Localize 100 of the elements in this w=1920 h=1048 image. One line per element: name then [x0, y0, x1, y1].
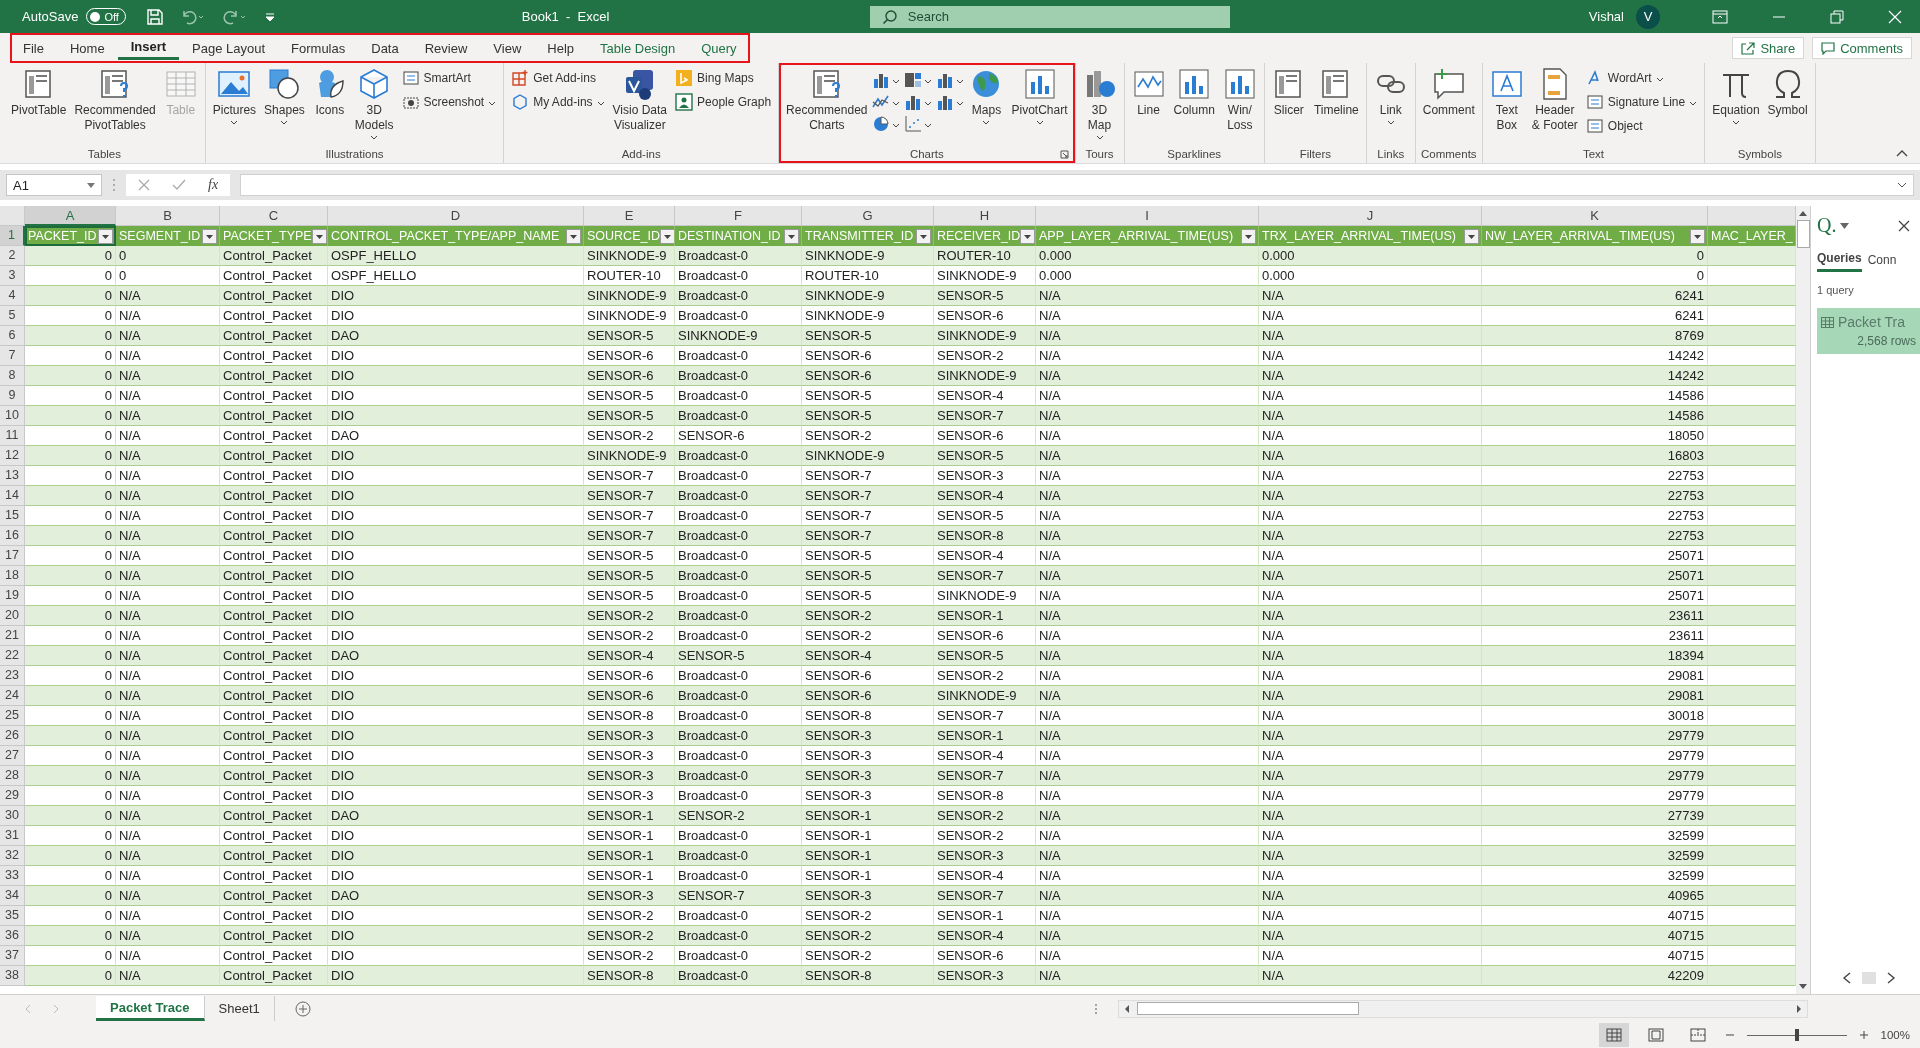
- ribbon-tab[interactable]: Help: [534, 36, 588, 60]
- ribbon-button[interactable]: Comment: [1419, 65, 1478, 120]
- row-header[interactable]: 15: [0, 506, 25, 526]
- name-box[interactable]: A1: [6, 174, 102, 196]
- row-header[interactable]: 37: [0, 946, 25, 966]
- row-header[interactable]: 9: [0, 386, 25, 406]
- vertical-scrollbar[interactable]: [1796, 206, 1810, 994]
- ribbon-button[interactable]: PivotChart: [1008, 65, 1071, 127]
- collapse-ribbon-icon[interactable]: [1896, 149, 1908, 157]
- scroll-left-icon[interactable]: [1123, 1003, 1131, 1014]
- row-header[interactable]: 16: [0, 526, 25, 546]
- ribbon-button[interactable]: Get Add-ins: [508, 68, 608, 88]
- ribbon-button[interactable]: Recommended Charts: [783, 65, 871, 135]
- scroll-down-icon[interactable]: [1798, 983, 1808, 991]
- row-header[interactable]: 20: [0, 606, 25, 626]
- ribbon-tab[interactable]: Insert: [117, 36, 180, 60]
- sheet-tab[interactable]: Packet Trace: [96, 996, 205, 1021]
- row-header[interactable]: 7: [0, 346, 25, 366]
- column-header[interactable]: K: [1482, 206, 1708, 226]
- pane-tab[interactable]: Conn: [1867, 251, 1897, 272]
- column-header[interactable]: J: [1259, 206, 1482, 226]
- dialog-launcher-icon[interactable]: [1059, 150, 1069, 159]
- row-header[interactable]: 26: [0, 726, 25, 746]
- drag-handle-icon[interactable]: [112, 178, 116, 192]
- filter-dropdown-button[interactable]: [659, 228, 674, 244]
- row-header[interactable]: 34: [0, 886, 25, 906]
- comments-button[interactable]: Comments: [1812, 37, 1912, 59]
- row-header[interactable]: 28: [0, 766, 25, 786]
- ribbon-tab[interactable]: Table Design: [587, 36, 689, 60]
- ribbon-tab[interactable]: File: [10, 36, 57, 60]
- ribbon-button[interactable]: Signature Line: [1582, 92, 1701, 112]
- row-header[interactable]: 11: [0, 426, 25, 446]
- ribbon-button[interactable]: Line: [1128, 65, 1169, 120]
- row-header[interactable]: 1: [0, 226, 25, 246]
- filter-dropdown-button[interactable]: [784, 228, 799, 244]
- search-field[interactable]: Search: [869, 5, 1230, 28]
- ribbon-tab[interactable]: Review: [411, 36, 481, 60]
- ribbon-button[interactable]: WordArt: [1582, 68, 1701, 88]
- filter-dropdown-button[interactable]: [202, 228, 217, 244]
- share-button[interactable]: Share: [1732, 37, 1805, 59]
- ribbon-tab[interactable]: Query: [688, 36, 750, 60]
- filter-dropdown-button[interactable]: [311, 228, 327, 244]
- row-header[interactable]: 29: [0, 786, 25, 806]
- zoom-level[interactable]: 100%: [1880, 1029, 1910, 1041]
- filter-dropdown-button[interactable]: [1690, 228, 1705, 244]
- ribbon-button[interactable]: My Add-ins: [508, 92, 608, 112]
- row-header[interactable]: 33: [0, 866, 25, 886]
- row-header[interactable]: 10: [0, 406, 25, 426]
- ribbon-button[interactable]: Recommended PivotTables: [71, 65, 159, 135]
- filter-dropdown-button[interactable]: [566, 228, 581, 244]
- row-header[interactable]: 12: [0, 446, 25, 466]
- insert-function-button[interactable]: fx: [208, 177, 219, 193]
- pane-tab[interactable]: Queries: [1817, 251, 1862, 272]
- sheet-tab[interactable]: Sheet1: [204, 996, 275, 1021]
- scroll-left-icon[interactable]: [1841, 972, 1852, 984]
- row-header[interactable]: 18: [0, 566, 25, 586]
- ribbon-button[interactable]: Icons: [309, 65, 350, 120]
- ribbon-button[interactable]: Slicer: [1268, 65, 1309, 120]
- row-header[interactable]: 27: [0, 746, 25, 766]
- ribbon-button[interactable]: Shapes: [261, 65, 308, 127]
- column-header[interactable]: G: [802, 206, 934, 226]
- column-header[interactable]: H: [934, 206, 1036, 226]
- check-icon[interactable]: [172, 179, 186, 191]
- ribbon-button[interactable]: People Graph: [672, 92, 775, 112]
- view-button[interactable]: [1598, 1023, 1629, 1047]
- expand-icon[interactable]: [1897, 182, 1907, 188]
- filter-dropdown-button[interactable]: [98, 228, 113, 244]
- column-header[interactable]: A: [25, 206, 116, 226]
- row-header[interactable]: 2: [0, 246, 25, 266]
- row-header[interactable]: 21: [0, 626, 25, 646]
- ribbon-button[interactable]: Bing Maps: [672, 68, 775, 88]
- ribbon-button[interactable]: Symbol: [1764, 65, 1811, 120]
- column-header[interactable]: E: [584, 206, 675, 226]
- ribbon-tab[interactable]: Data: [358, 36, 412, 60]
- ribbon-button[interactable]: Pictures: [209, 65, 260, 127]
- caret-icon[interactable]: [1840, 222, 1850, 229]
- row-header[interactable]: 6: [0, 326, 25, 346]
- row-header[interactable]: 23: [0, 666, 25, 686]
- row-header[interactable]: 4: [0, 286, 25, 306]
- restore-icon[interactable]: [1830, 9, 1844, 24]
- filter-dropdown-button[interactable]: [1241, 228, 1256, 244]
- ribbon-button[interactable]: 3D Models: [351, 65, 397, 142]
- save-icon[interactable]: [145, 7, 164, 26]
- row-header[interactable]: 19: [0, 586, 25, 606]
- scroll-right-icon[interactable]: [1795, 1003, 1803, 1014]
- row-header[interactable]: 35: [0, 906, 25, 926]
- scroll-thumb[interactable]: [1861, 972, 1876, 984]
- customize-icon[interactable]: [263, 10, 276, 23]
- ribbon-tab[interactable]: View: [480, 36, 535, 60]
- row-header[interactable]: 3: [0, 266, 25, 286]
- row-header[interactable]: 30: [0, 806, 25, 826]
- column-header[interactable]: B: [116, 206, 220, 226]
- scroll-thumb[interactable]: [1137, 1002, 1359, 1015]
- ribbon-button[interactable]: Win/ Loss: [1219, 65, 1260, 135]
- row-header[interactable]: 17: [0, 546, 25, 566]
- zoom-slider[interactable]: [1746, 1028, 1847, 1042]
- ribbon-display-icon[interactable]: [1712, 9, 1728, 24]
- ribbon-button[interactable]: Header & Footer: [1528, 65, 1581, 135]
- avatar[interactable]: V: [1636, 4, 1660, 29]
- ribbon-button[interactable]: SmartArt: [398, 68, 500, 88]
